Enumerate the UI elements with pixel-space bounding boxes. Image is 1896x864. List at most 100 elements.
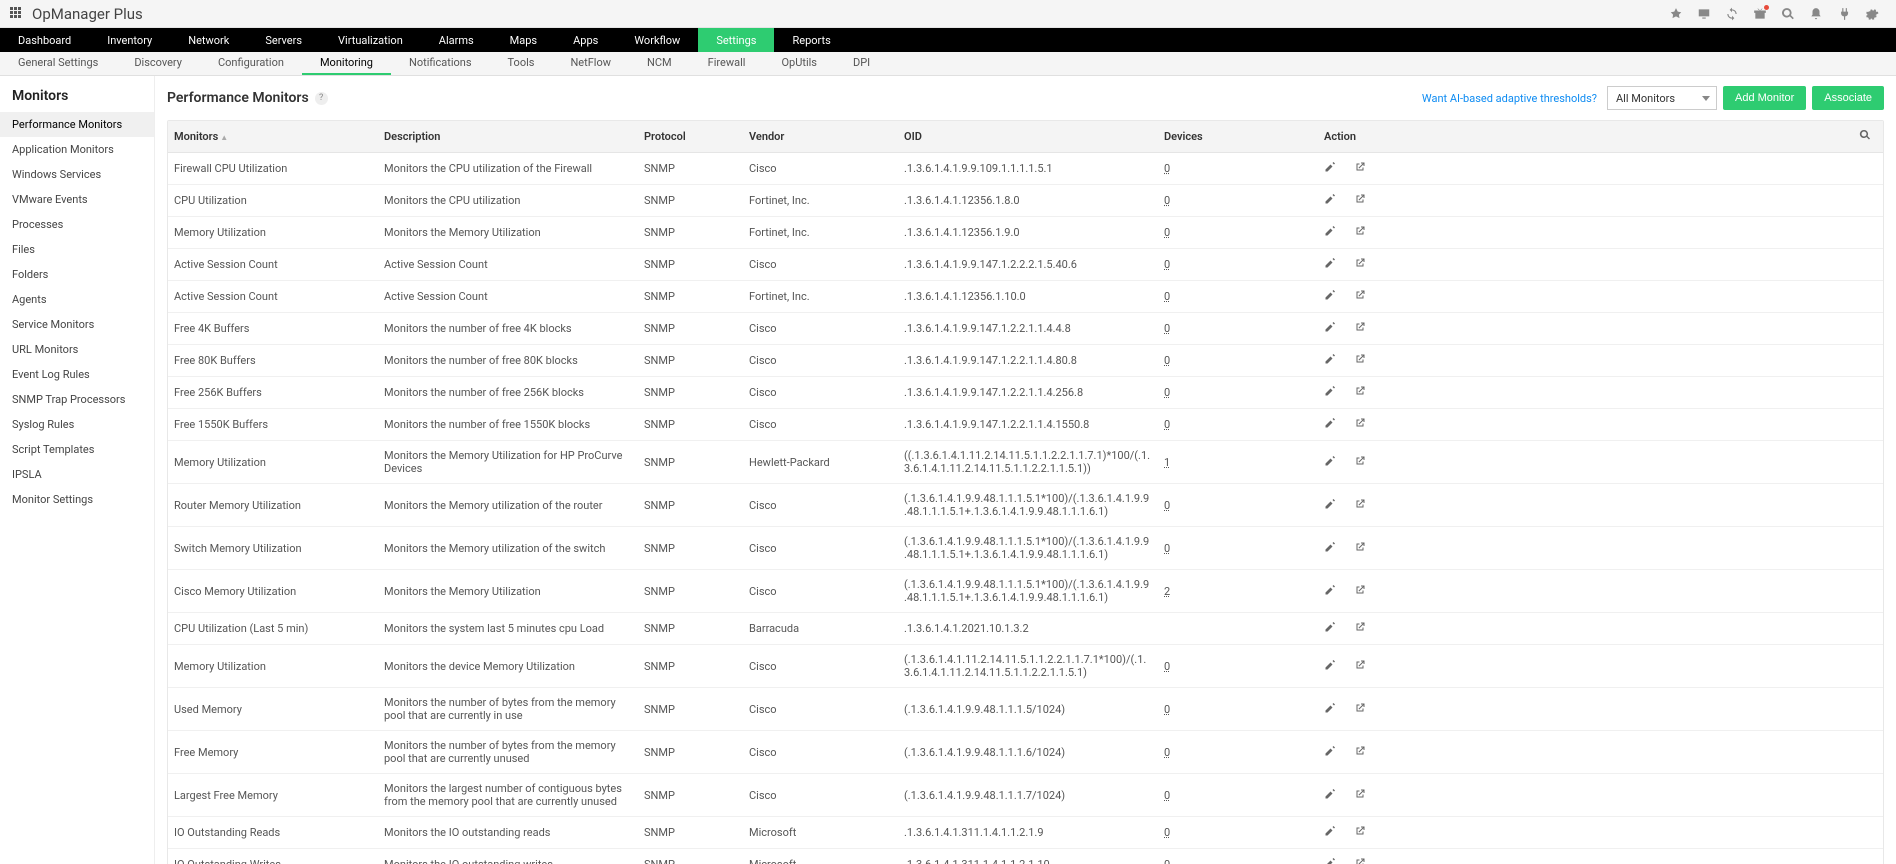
edit-icon[interactable] <box>1324 257 1336 272</box>
sub-nav-netflow[interactable]: NetFlow <box>552 52 629 75</box>
edit-icon[interactable] <box>1324 584 1336 599</box>
main-nav-reports[interactable]: Reports <box>774 28 848 52</box>
cell-devices[interactable]: 0 <box>1158 849 1318 864</box>
edit-icon[interactable] <box>1324 353 1336 368</box>
sub-nav-general-settings[interactable]: General Settings <box>0 52 116 75</box>
edit-icon[interactable] <box>1324 498 1336 513</box>
sub-nav-ncm[interactable]: NCM <box>629 52 690 75</box>
export-icon[interactable] <box>1354 745 1366 760</box>
cell-devices[interactable]: 0 <box>1158 281 1318 313</box>
cell-devices[interactable]: 0 <box>1158 185 1318 217</box>
export-icon[interactable] <box>1354 788 1366 803</box>
edit-icon[interactable] <box>1324 321 1336 336</box>
cell-devices[interactable]: 0 <box>1158 409 1318 441</box>
export-icon[interactable] <box>1354 161 1366 176</box>
edit-icon[interactable] <box>1324 825 1336 840</box>
export-icon[interactable] <box>1354 825 1366 840</box>
export-icon[interactable] <box>1354 584 1366 599</box>
export-icon[interactable] <box>1354 541 1366 556</box>
cell-devices[interactable]: 0 <box>1158 313 1318 345</box>
plug-icon[interactable] <box>1834 4 1854 24</box>
sidebar-item-url-monitors[interactable]: URL Monitors <box>0 337 154 362</box>
main-nav-maps[interactable]: Maps <box>492 28 555 52</box>
cell-devices[interactable]: 2 <box>1158 570 1318 613</box>
sidebar-item-application-monitors[interactable]: Application Monitors <box>0 137 154 162</box>
export-icon[interactable] <box>1354 659 1366 674</box>
bell-icon[interactable] <box>1806 4 1826 24</box>
search-icon[interactable] <box>1778 4 1798 24</box>
th-devices[interactable]: Devices <box>1158 121 1318 153</box>
export-icon[interactable] <box>1354 857 1366 864</box>
export-icon[interactable] <box>1354 321 1366 336</box>
cell-devices[interactable] <box>1158 613 1318 645</box>
main-nav-dashboard[interactable]: Dashboard <box>0 28 89 52</box>
cell-devices[interactable]: 0 <box>1158 249 1318 281</box>
main-nav-apps[interactable]: Apps <box>555 28 616 52</box>
sidebar-item-script-templates[interactable]: Script Templates <box>0 437 154 462</box>
sub-nav-tools[interactable]: Tools <box>490 52 553 75</box>
edit-icon[interactable] <box>1324 621 1336 636</box>
edit-icon[interactable] <box>1324 193 1336 208</box>
edit-icon[interactable] <box>1324 161 1336 176</box>
edit-icon[interactable] <box>1324 385 1336 400</box>
th-monitors[interactable]: Monitors▲ <box>168 121 378 153</box>
sub-nav-monitoring[interactable]: Monitoring <box>302 52 391 75</box>
associate-button[interactable]: Associate <box>1812 86 1884 110</box>
sidebar-item-processes[interactable]: Processes <box>0 212 154 237</box>
sub-nav-discovery[interactable]: Discovery <box>116 52 200 75</box>
cell-devices[interactable]: 0 <box>1158 527 1318 570</box>
ai-threshold-link[interactable]: Want AI-based adaptive thresholds? <box>1422 92 1597 105</box>
main-nav-settings[interactable]: Settings <box>698 28 774 52</box>
sub-nav-dpi[interactable]: DPI <box>835 52 888 75</box>
export-icon[interactable] <box>1354 498 1366 513</box>
main-nav-virtualization[interactable]: Virtualization <box>320 28 421 52</box>
rocket-icon[interactable] <box>1666 4 1686 24</box>
edit-icon[interactable] <box>1324 289 1336 304</box>
export-icon[interactable] <box>1354 353 1366 368</box>
export-icon[interactable] <box>1354 417 1366 432</box>
cell-devices[interactable]: 0 <box>1158 217 1318 249</box>
export-icon[interactable] <box>1354 193 1366 208</box>
edit-icon[interactable] <box>1324 857 1336 864</box>
sidebar-item-vmware-events[interactable]: VMware Events <box>0 187 154 212</box>
cell-devices[interactable]: 0 <box>1158 774 1318 817</box>
export-icon[interactable] <box>1354 385 1366 400</box>
cell-devices[interactable]: 0 <box>1158 731 1318 774</box>
help-icon[interactable]: ? <box>315 92 328 105</box>
monitor-icon[interactable] <box>1694 4 1714 24</box>
main-nav-alarms[interactable]: Alarms <box>421 28 492 52</box>
cell-devices[interactable]: 0 <box>1158 153 1318 185</box>
sidebar-item-snmp-trap-processors[interactable]: SNMP Trap Processors <box>0 387 154 412</box>
edit-icon[interactable] <box>1324 225 1336 240</box>
export-icon[interactable] <box>1354 621 1366 636</box>
cell-devices[interactable]: 0 <box>1158 345 1318 377</box>
gear-icon[interactable] <box>1862 4 1882 24</box>
edit-icon[interactable] <box>1324 659 1336 674</box>
sidebar-item-ipsla[interactable]: IPSLA <box>0 462 154 487</box>
sync-icon[interactable] <box>1722 4 1742 24</box>
cell-devices[interactable]: 0 <box>1158 688 1318 731</box>
th-description[interactable]: Description <box>378 121 638 153</box>
sidebar-item-event-log-rules[interactable]: Event Log Rules <box>0 362 154 387</box>
main-nav-network[interactable]: Network <box>170 28 247 52</box>
main-nav-workflow[interactable]: Workflow <box>616 28 698 52</box>
edit-icon[interactable] <box>1324 541 1336 556</box>
export-icon[interactable] <box>1354 702 1366 717</box>
sub-nav-oputils[interactable]: OpUtils <box>763 52 835 75</box>
sidebar-item-files[interactable]: Files <box>0 237 154 262</box>
gift-icon[interactable] <box>1750 4 1770 24</box>
edit-icon[interactable] <box>1324 417 1336 432</box>
th-search[interactable] <box>1853 121 1883 153</box>
main-nav-servers[interactable]: Servers <box>247 28 320 52</box>
sidebar-item-monitor-settings[interactable]: Monitor Settings <box>0 487 154 512</box>
export-icon[interactable] <box>1354 257 1366 272</box>
sidebar-item-windows-services[interactable]: Windows Services <box>0 162 154 187</box>
add-monitor-button[interactable]: Add Monitor <box>1723 86 1806 110</box>
sidebar-item-syslog-rules[interactable]: Syslog Rules <box>0 412 154 437</box>
cell-devices[interactable]: 0 <box>1158 377 1318 409</box>
sub-nav-notifications[interactable]: Notifications <box>391 52 490 75</box>
apps-grid-icon[interactable] <box>10 7 24 21</box>
cell-devices[interactable]: 1 <box>1158 441 1318 484</box>
edit-icon[interactable] <box>1324 455 1336 470</box>
export-icon[interactable] <box>1354 225 1366 240</box>
